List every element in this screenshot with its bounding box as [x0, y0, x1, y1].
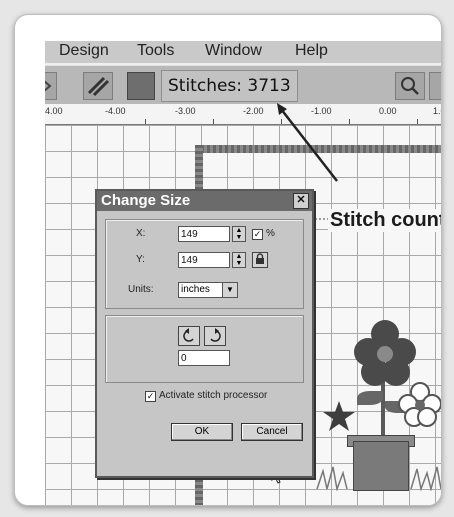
rotate-cw-button[interactable] — [204, 326, 226, 346]
units-select[interactable]: inches ▼ — [178, 282, 238, 298]
rotation-angle-input[interactable]: 0 — [178, 350, 230, 366]
y-size-input[interactable]: 149 — [178, 252, 230, 268]
activate-stitch-processor-label: Activate stitch processor — [159, 390, 268, 401]
lock-proportions-button[interactable] — [252, 252, 268, 268]
screenshot-photo: Design Tools Window Help Stitches: 3713 — [14, 14, 442, 506]
stitch-count-callout: Stitch count — [328, 209, 441, 232]
flower-star — [323, 401, 355, 431]
chevron-down-icon: ▼ — [222, 283, 237, 297]
flower-blossom-large — [354, 320, 416, 386]
rotate-group: 0 — [105, 315, 304, 383]
app-window: Design Tools Window Help Stitches: 3713 — [45, 41, 441, 505]
grass-design — [316, 466, 441, 491]
percent-checkbox[interactable]: ✓ — [252, 229, 263, 240]
x-spinner[interactable]: ▲ ▼ — [232, 226, 246, 242]
percent-label: % — [266, 228, 275, 239]
ok-button[interactable]: OK — [171, 423, 233, 441]
cancel-button[interactable]: Cancel — [241, 423, 303, 441]
rotate-left-icon — [183, 328, 194, 342]
y-spinner[interactable]: ▲ ▼ — [232, 252, 246, 268]
flower-leaf — [357, 391, 383, 405]
lock-icon — [256, 253, 264, 264]
flower-blossom-small — [398, 382, 441, 427]
activate-stitch-processor-checkbox[interactable]: ✓ — [145, 391, 156, 402]
dialog-title-bar[interactable]: Change Size ✕ — [97, 191, 312, 211]
size-group: X: 149 ▲ ▼ ✓ % Y: 149 ▲ ▼ Units: inches ▼ — [105, 219, 304, 309]
x-size-input[interactable]: 149 — [178, 226, 230, 242]
photo-frame: Design Tools Window Help Stitches: 3713 — [0, 0, 454, 517]
rotate-ccw-button[interactable] — [178, 326, 200, 346]
y-label: Y: — [136, 254, 145, 265]
units-label: Units: — [128, 284, 154, 295]
x-label: X: — [136, 228, 146, 239]
rotate-right-icon — [210, 328, 221, 342]
change-size-dialog: Change Size ✕ X: 149 ▲ ▼ ✓ % Y: 149 ▲ ▼ Un… — [95, 189, 314, 478]
units-select-value: inches — [181, 284, 210, 295]
close-icon[interactable]: ✕ — [293, 193, 309, 209]
dialog-title: Change Size — [101, 192, 191, 209]
